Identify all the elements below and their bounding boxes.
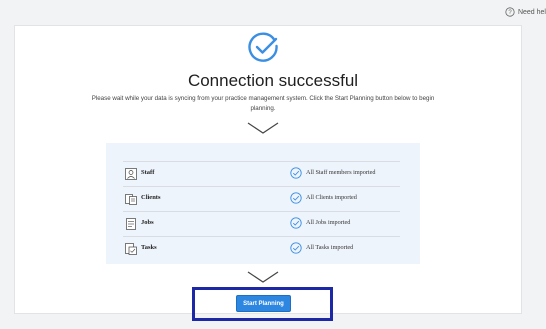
tasks-icon	[125, 243, 137, 255]
import-row-clients: Clients All Clients imported	[123, 186, 400, 211]
staff-icon	[125, 168, 137, 180]
jobs-icon	[126, 218, 136, 230]
import-row-jobs: Jobs All Jobs imported	[123, 211, 400, 236]
question-circle-icon: ?	[505, 7, 515, 17]
check-circle-icon	[290, 167, 302, 179]
page-subtitle: Please wait while your data is syncing f…	[91, 95, 435, 112]
help-link[interactable]: ? Need hel	[505, 6, 546, 18]
import-status: All Tasks imported	[306, 244, 354, 251]
check-circle-icon	[290, 242, 302, 254]
import-label: Staff	[141, 169, 155, 176]
check-circle-icon	[290, 217, 302, 229]
chevron-down-icon	[247, 122, 279, 134]
check-circle-icon	[248, 32, 278, 62]
page-title: Connection successful	[187, 71, 359, 90]
import-status: All Jobs imported	[306, 219, 351, 226]
import-label: Jobs	[141, 219, 154, 226]
start-planning-button[interactable]: Start Planning	[236, 295, 291, 312]
import-status-panel: Staff All Staff members imported Clients…	[106, 143, 420, 264]
clients-icon	[125, 194, 137, 205]
check-circle-icon	[290, 192, 302, 204]
chevron-down-icon	[247, 271, 279, 283]
import-label: Tasks	[141, 244, 157, 251]
import-status: All Clients imported	[306, 194, 357, 201]
help-label: Need hel	[517, 8, 546, 16]
svg-text:?: ?	[508, 10, 512, 16]
import-status-list: Staff All Staff members imported Clients…	[123, 161, 400, 261]
import-label: Clients	[141, 194, 161, 201]
import-row-staff: Staff All Staff members imported	[123, 161, 400, 186]
import-status: All Staff members imported	[306, 169, 376, 176]
import-row-tasks: Tasks All Tasks imported	[123, 236, 400, 261]
